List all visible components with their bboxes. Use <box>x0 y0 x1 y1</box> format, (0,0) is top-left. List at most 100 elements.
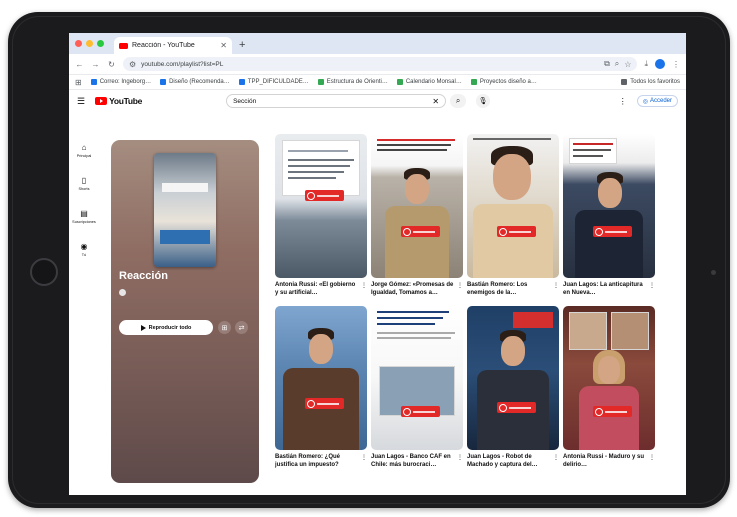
forward-button[interactable]: → <box>91 60 100 69</box>
reload-button[interactable]: ↻ <box>107 60 116 69</box>
reaction-badge <box>401 226 440 237</box>
short-thumbnail <box>563 306 655 450</box>
search-icon: ⌕ <box>455 96 461 105</box>
cast-icon[interactable]: ⧉ <box>604 59 610 69</box>
home-button[interactable] <box>30 258 58 286</box>
rail-item-shorts[interactable]: ▯ Shorts <box>69 167 99 200</box>
short-card[interactable]: Bastián Romero: ¿Qué justifica un impues… <box>275 306 367 469</box>
bookmark-label: Calendario Monsal… <box>405 79 462 85</box>
bookmarks-bar: ⊞ Correo: Ingeborg… Diseño (Recomenda… T… <box>69 75 686 90</box>
search-button[interactable]: ⌕ <box>450 94 467 108</box>
site-info-icon[interactable]: ⚙ <box>129 60 136 69</box>
all-bookmarks[interactable]: Todos los favoritos <box>621 79 680 85</box>
short-card[interactable]: Juan Lagos - Robot de Machado y captura … <box>467 306 559 469</box>
microphone-icon: 🎙 <box>478 98 488 105</box>
short-card[interactable]: Antonia Russi - Maduro y su delirio… ⋮ <box>563 306 655 469</box>
more-options-icon[interactable]: ⋮ <box>457 282 463 297</box>
news-photo <box>569 312 607 350</box>
voice-search-button[interactable]: 🎙 <box>476 94 491 108</box>
download-icon[interactable]: ⤓ <box>644 59 648 69</box>
bookmark-star-icon[interactable]: ☆ <box>624 60 631 69</box>
more-options-icon[interactable]: ⋮ <box>553 454 559 469</box>
short-thumbnail <box>275 134 367 278</box>
short-card[interactable]: Bastián Romero: Los enemigos de la… ⋮ <box>467 134 559 297</box>
short-card[interactable]: Jorge Gómez: «Promesas de Igualdad, Toma… <box>371 134 463 297</box>
more-options-icon[interactable]: ⋮ <box>361 454 367 469</box>
channel-avatar <box>119 289 126 296</box>
short-card[interactable]: Juan Lagos: La anticapitura en Nueva… ⋮ <box>563 134 655 297</box>
short-title: Jorge Gómez: «Promesas de Igualdad, Toma… <box>371 282 454 296</box>
playlist-thumbnail[interactable] <box>154 153 216 267</box>
reaction-badge <box>401 406 440 417</box>
tweet-card <box>282 140 360 196</box>
short-card[interactable]: Juan Lagos - Banco CAF en Chile: más bur… <box>371 306 463 469</box>
bookmark-item[interactable]: Diseño (Recomenda… <box>160 79 230 85</box>
bookmark-label: TPP_DIFICULDADE… <box>247 79 309 85</box>
youtube-logo[interactable]: YouTube <box>95 96 142 106</box>
short-title: Juan Lagos: La anticapitura en Nueva… <box>563 282 643 296</box>
bookmark-item[interactable]: Proyectos diseño a… <box>470 79 537 85</box>
rail-item-home[interactable]: ⌂ Principal <box>69 134 99 167</box>
bookmark-item[interactable]: TPP_DIFICULDADE… <box>238 79 309 85</box>
close-window-button[interactable] <box>75 40 82 47</box>
bookmark-favicon-icon <box>90 79 97 85</box>
folder-icon <box>621 79 628 85</box>
reaction-badge <box>305 190 344 201</box>
short-title: Antonia Russi - Maduro y su delirio… <box>563 454 645 468</box>
all-bookmarks-label: Todos los favoritos <box>630 79 680 85</box>
minimize-window-button[interactable] <box>86 40 93 47</box>
bookmark-item[interactable]: Correo: Ingeborg… <box>90 79 151 85</box>
clear-search-icon[interactable]: ✕ <box>432 97 439 106</box>
sign-in-button[interactable]: ◎ Acceder <box>636 95 678 107</box>
bookmark-favicon-icon <box>396 79 403 85</box>
new-tab-button[interactable]: + <box>239 37 245 54</box>
more-options-icon[interactable]: ⋮ <box>361 282 367 297</box>
rail-item-you[interactable]: ◉ Tú <box>69 233 99 266</box>
rail-item-subscriptions[interactable]: ▤ Suscripciones <box>69 200 99 233</box>
browser-tab[interactable]: Reacción - YouTube ✕ <box>114 37 232 54</box>
play-all-button[interactable]: Reproducir todo <box>119 320 213 335</box>
save-playlist-button[interactable]: ⊞ <box>218 321 231 334</box>
apps-grid-icon[interactable]: ⊞ <box>75 78 82 87</box>
rail-label: Shorts <box>78 186 90 191</box>
sign-in-label: Acceder <box>649 98 672 104</box>
home-icon: ⌂ <box>81 142 87 152</box>
address-url: youtube.com/playlist?list=PL <box>141 60 224 68</box>
reaction-badge <box>497 402 536 413</box>
back-button[interactable]: ← <box>75 60 84 69</box>
bookmark-item[interactable]: Estructura de Orienti… <box>317 79 388 85</box>
close-tab-icon[interactable]: ✕ <box>220 41 227 50</box>
settings-menu-icon[interactable]: ⋮ <box>619 97 627 106</box>
thumbnail-banner <box>162 183 208 192</box>
left-rail: ⌂ Principal ▯ Shorts ▤ Suscripciones ◉ T… <box>69 134 99 266</box>
youtube-play-icon <box>95 97 108 105</box>
playlist-channel[interactable] <box>119 289 129 296</box>
maximize-window-button[interactable] <box>97 40 104 47</box>
search-input[interactable]: Sección ✕ <box>226 94 447 108</box>
news-card <box>569 138 617 164</box>
bookmark-item[interactable]: Calendario Monsal… <box>396 79 462 85</box>
browser-screen: Reacción - YouTube ✕ + ← → ↻ ⚙ youtube.c… <box>69 33 686 495</box>
more-options-icon[interactable]: ⋮ <box>649 454 655 469</box>
more-options-icon[interactable]: ⋮ <box>553 282 559 297</box>
short-thumbnail <box>275 306 367 450</box>
short-card[interactable]: Antonia Russi: «El gobierno y su artific… <box>275 134 367 297</box>
menu-icon[interactable]: ☰ <box>77 96 85 107</box>
reaction-badge <box>305 398 344 409</box>
rail-label: Tú <box>81 252 87 257</box>
bookmark-label: Estructura de Orienti… <box>326 79 388 85</box>
share-button[interactable]: ⇄ <box>235 321 248 334</box>
rail-label: Principal <box>76 153 92 158</box>
reaction-badge <box>593 226 632 237</box>
bookmark-favicon-icon <box>470 79 477 85</box>
address-bar[interactable]: ⚙ youtube.com/playlist?list=PL ⧉ ⌕ ☆ <box>123 57 638 71</box>
bookmark-favicon-icon <box>160 79 167 85</box>
short-thumbnail <box>563 134 655 278</box>
you-icon: ◉ <box>80 241 88 251</box>
playlist-title: Reacción <box>119 270 168 282</box>
browser-menu-icon[interactable]: ⋮ <box>672 60 680 69</box>
more-options-icon[interactable]: ⋮ <box>457 454 463 469</box>
more-options-icon[interactable]: ⋮ <box>649 282 655 297</box>
profile-avatar[interactable] <box>655 59 665 69</box>
zoom-icon[interactable]: ⌕ <box>615 59 619 69</box>
